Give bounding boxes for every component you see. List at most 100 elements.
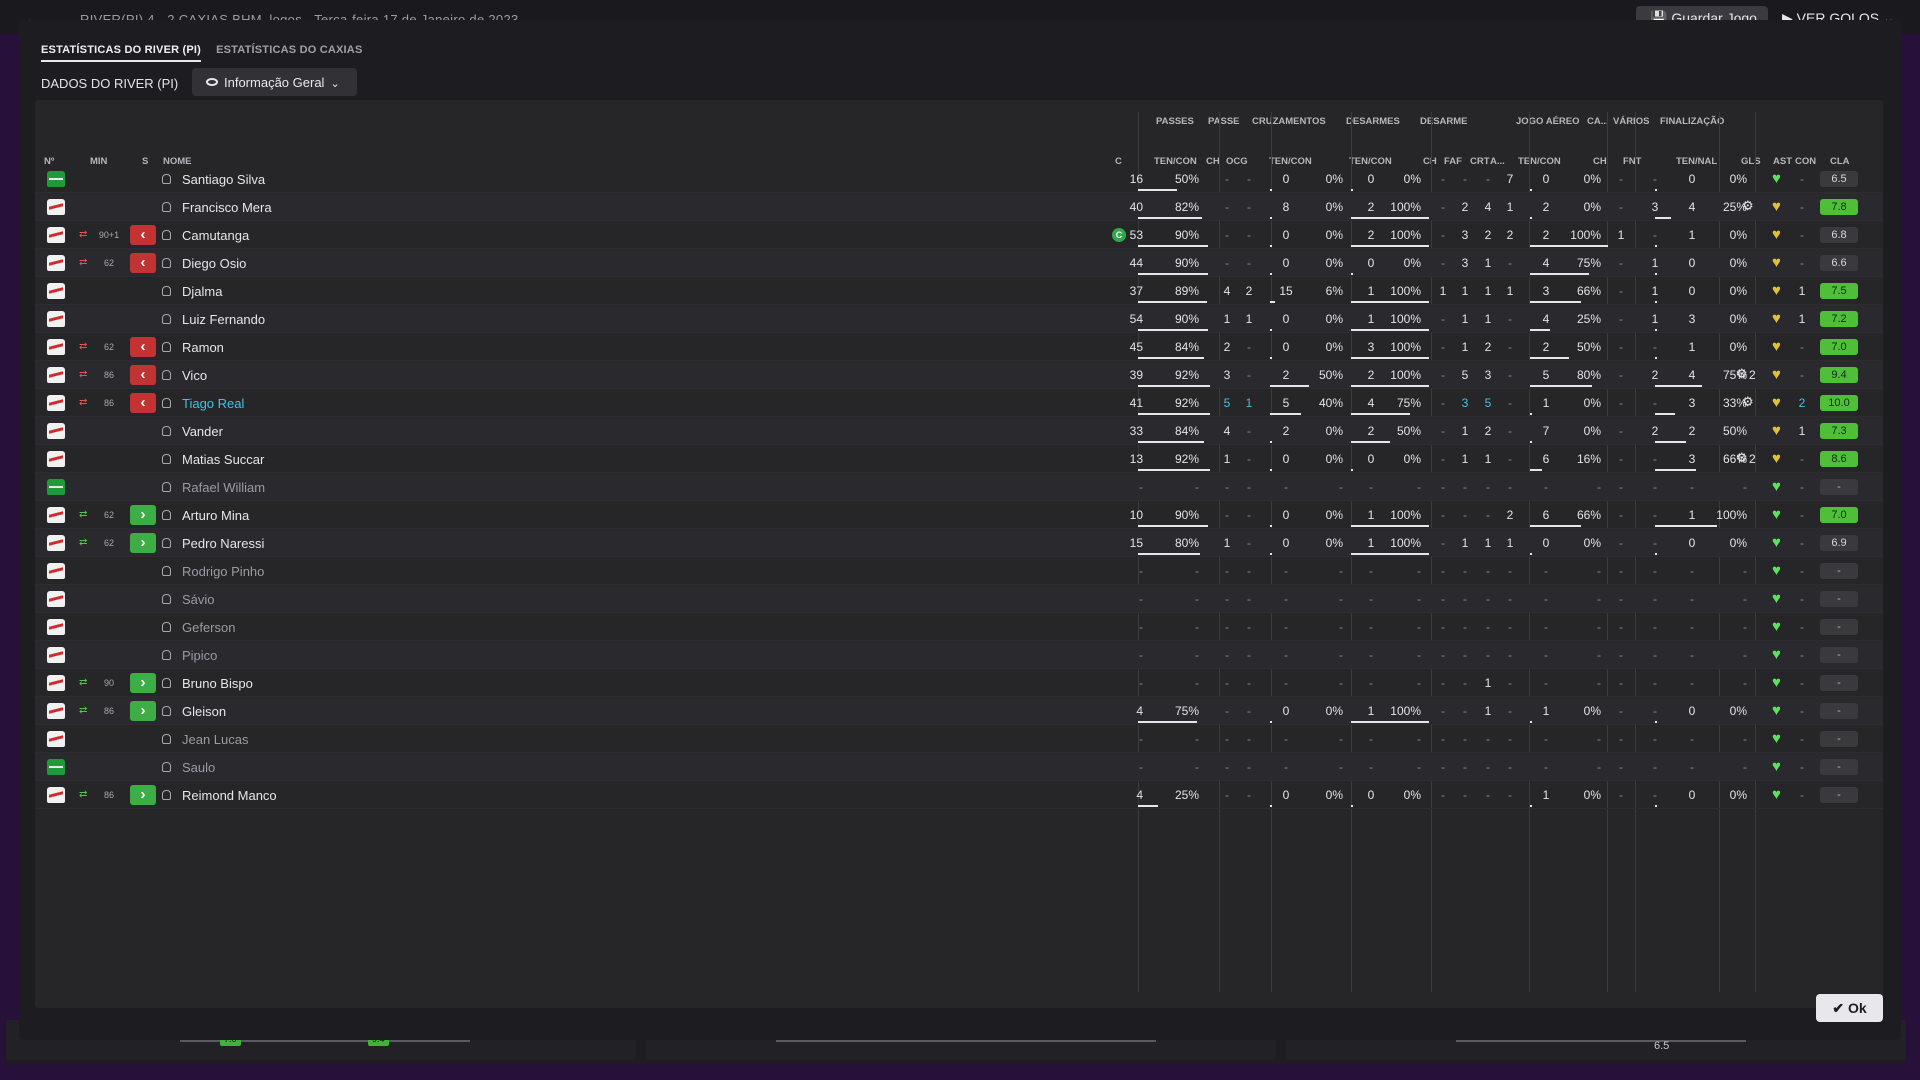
player-row[interactable]: Pipico - - - - - - - - - - - - - - - - - - - ♥ -	[35, 641, 1883, 669]
player-name[interactable]: Djalma	[182, 284, 222, 299]
subbed-on-icon[interactable]: ›	[130, 701, 156, 721]
player-row[interactable]: ⇄ 62 › Arturo Mina 10 90% - - 0 0% 1 100% - - - 2 6 66% - -…	[35, 501, 1883, 529]
player-profile-icon[interactable]	[162, 650, 171, 660]
stat-ast: -	[1800, 732, 1804, 746]
subbed-off-icon[interactable]: ‹	[130, 337, 156, 357]
subbed-off-icon[interactable]: ‹	[130, 225, 156, 245]
player-name[interactable]: Sávio	[182, 592, 215, 607]
subbed-off-icon[interactable]: ‹	[130, 253, 156, 273]
stat-da: 1	[1367, 284, 1375, 298]
player-name[interactable]: Gleison	[182, 704, 226, 719]
stat-da: -	[1369, 564, 1373, 578]
player-profile-icon[interactable]	[162, 482, 171, 492]
player-row[interactable]: ⇄ 62 › Pedro Naressi 15 80% 1-0 0% 1 100% -1 1 1 0 0% -…	[35, 529, 1883, 557]
player-profile-icon[interactable]	[162, 174, 171, 184]
player-row[interactable]: Matias Succar 13 92% 1-0 0% 0 0% -1 1-6 16% - -3 66%…	[35, 445, 1883, 473]
player-row[interactable]: Saulo - - - - - - - - - - - - - - - - - - - ♥ -	[35, 753, 1883, 781]
player-profile-icon[interactable]	[162, 258, 171, 268]
player-name[interactable]: Diego Osio	[182, 256, 246, 271]
player-row[interactable]: Rodrigo Pinho - - - - - - - - - - - - - - - - - - - ♥ -	[35, 557, 1883, 585]
stat-fa: 0	[1688, 704, 1696, 718]
stat-crt: 1	[1484, 536, 1492, 550]
player-row[interactable]: ⇄ 86 › Reimond Manco 4 25% - - 0 0% 0 0% - - - - 1 0% - - 0 0…	[35, 781, 1883, 809]
shirt-icon	[47, 563, 65, 579]
player-profile-icon[interactable]	[162, 734, 171, 744]
player-profile-icon[interactable]	[162, 370, 171, 380]
player-row[interactable]: ⇄ 86 ‹ Vico 39 92% 3-2 50% 2 100% -5 3-5 80% -2 4 75% - ⚙…	[35, 361, 1883, 389]
player-row[interactable]: Rafael William - - - - - - - - - - - - - - - - - - - ♥ -	[35, 473, 1883, 501]
player-row[interactable]: ⇄ 90 › Bruno Bispo - - - - - - - - - - 1 - - - - - - - - ♥ -	[35, 669, 1883, 697]
player-name[interactable]: Francisco Mera	[182, 200, 272, 215]
player-profile-icon[interactable]	[162, 342, 171, 352]
player-row[interactable]: ⇄ 90+1 ‹ Camutanga C 53 90% - -0 0% 2 100% -3 2 2 2 100%…	[35, 221, 1883, 249]
stat-crt: -	[1486, 508, 1490, 522]
player-name[interactable]: Arturo Mina	[182, 508, 249, 523]
stat-bar	[1138, 217, 1202, 219]
player-profile-icon[interactable]	[162, 762, 171, 772]
player-row[interactable]: ⇄ 86 ‹ Tiago Real 41 92% 5 1 5 40% 4 75% -3 5-1 0% - -3 3…	[35, 389, 1883, 417]
player-row[interactable]: Vander 33 84% 4 - 2 0% 2 50% - 1 2 - 7 0% - 2 2 50% 1 ♥ 7.3	[35, 417, 1883, 445]
player-profile-icon[interactable]	[162, 538, 171, 548]
tab-river-stats[interactable]: ESTATÍSTICAS DO RIVER (PI)	[41, 44, 202, 62]
player-profile-icon[interactable]	[162, 202, 171, 212]
player-row[interactable]: Luiz Fernando 54 90% 1 1 0 0% 1 100% -1 1-4 25% -1 3 0…	[35, 305, 1883, 333]
player-profile-icon[interactable]	[162, 678, 171, 688]
stat-ch1: 4	[1223, 424, 1231, 438]
stat-jp: -	[1597, 676, 1601, 690]
player-name[interactable]: Rodrigo Pinho	[182, 564, 264, 579]
player-name[interactable]: Bruno Bispo	[182, 676, 253, 691]
player-row[interactable]: Sávio - - - - - - - - - - - - - - - - - - - ♥ -	[35, 585, 1883, 613]
player-name[interactable]: Rafael William	[182, 480, 265, 495]
player-profile-icon[interactable]	[162, 286, 171, 296]
player-row[interactable]: ⇄ 62 ‹ Diego Osio 44 90% - - 0 0% 0 0% - 3 1 - 4 75% - 1 0 0%…	[35, 249, 1883, 277]
subbed-on-icon[interactable]: ›	[130, 505, 156, 525]
player-profile-icon[interactable]	[162, 454, 171, 464]
player-name[interactable]: Vander	[182, 424, 223, 439]
player-name[interactable]: Ramon	[182, 340, 224, 355]
player-name[interactable]: Camutanga	[182, 228, 249, 243]
player-row[interactable]: ⇄ 86 › Gleison 4 75% - - 0 0% 1 100% - - 1 - 1 0% - - 0 0% - ♥ -	[35, 697, 1883, 725]
subbed-off-icon[interactable]: ‹	[130, 365, 156, 385]
player-profile-icon[interactable]	[162, 566, 171, 576]
stat-a: -	[1508, 760, 1512, 774]
player-row[interactable]: Geferson - - - - - - - - - - - - - - - - - - - ♥ -	[35, 613, 1883, 641]
player-name[interactable]: Geferson	[182, 620, 235, 635]
player-name[interactable]: Luiz Fernando	[182, 312, 265, 327]
player-name[interactable]: Saulo	[182, 760, 215, 775]
stat-faf: -	[1463, 480, 1467, 494]
subbed-on-icon[interactable]: ›	[130, 533, 156, 553]
subbed-on-icon[interactable]: ›	[130, 673, 156, 693]
stat-cp: 0%	[1325, 508, 1343, 522]
player-name[interactable]: Santiago Silva	[182, 172, 265, 187]
stat-fp: 0%	[1729, 340, 1747, 354]
player-row[interactable]: Francisco Mera 40 82% - -8 0% 2 100% -2 4 1 2 0% -3 4 2…	[35, 193, 1883, 221]
player-row[interactable]: Jean Lucas - - - - - - - - - - - - - - - - - - - ♥ -	[35, 725, 1883, 753]
player-profile-icon[interactable]	[162, 622, 171, 632]
stat-jp: 66%	[1576, 284, 1601, 298]
player-profile-icon[interactable]	[162, 398, 171, 408]
player-profile-icon[interactable]	[162, 510, 171, 520]
stat-fnt: -	[1653, 480, 1657, 494]
player-row[interactable]: Santiago Silva 16 50% - - 0 0% 0 0% - - - 7 0 0% - - 0 0% -…	[35, 165, 1883, 193]
player-row[interactable]: ⇄ 62 ‹ Ramon 45 84% 2 - 0 0% 3 100% - 1 2 - 2 50% - - 1 0% - ♥ 7…	[35, 333, 1883, 361]
player-profile-icon[interactable]	[162, 790, 171, 800]
player-name[interactable]: Tiago Real	[182, 396, 244, 411]
player-name[interactable]: Vico	[182, 368, 207, 383]
player-name[interactable]: Reimond Manco	[182, 788, 277, 803]
subbed-off-icon[interactable]: ‹	[130, 393, 156, 413]
player-profile-icon[interactable]	[162, 314, 171, 324]
player-name[interactable]: Matias Succar	[182, 452, 264, 467]
player-name[interactable]: Jean Lucas	[182, 732, 249, 747]
ok-button[interactable]: ✔ Ok	[1816, 994, 1883, 1022]
player-profile-icon[interactable]	[162, 594, 171, 604]
player-profile-icon[interactable]	[162, 706, 171, 716]
player-row[interactable]: Djalma 37 89% 4 2 15 6% 1 100% 1 1 1 1 3 66% -1 0 0% 1 ♥ 7.5	[35, 277, 1883, 305]
info-dropdown[interactable]: Informação Geral ⌄	[192, 68, 357, 96]
stat-pa: 44	[1129, 256, 1143, 270]
player-name[interactable]: Pipico	[182, 648, 217, 663]
player-profile-icon[interactable]	[162, 426, 171, 436]
player-name[interactable]: Pedro Naressi	[182, 536, 264, 551]
subbed-on-icon[interactable]: ›	[130, 785, 156, 805]
player-profile-icon[interactable]	[162, 230, 171, 240]
tab-caxias-stats[interactable]: ESTATÍSTICAS DO CAXIAS	[216, 44, 362, 60]
